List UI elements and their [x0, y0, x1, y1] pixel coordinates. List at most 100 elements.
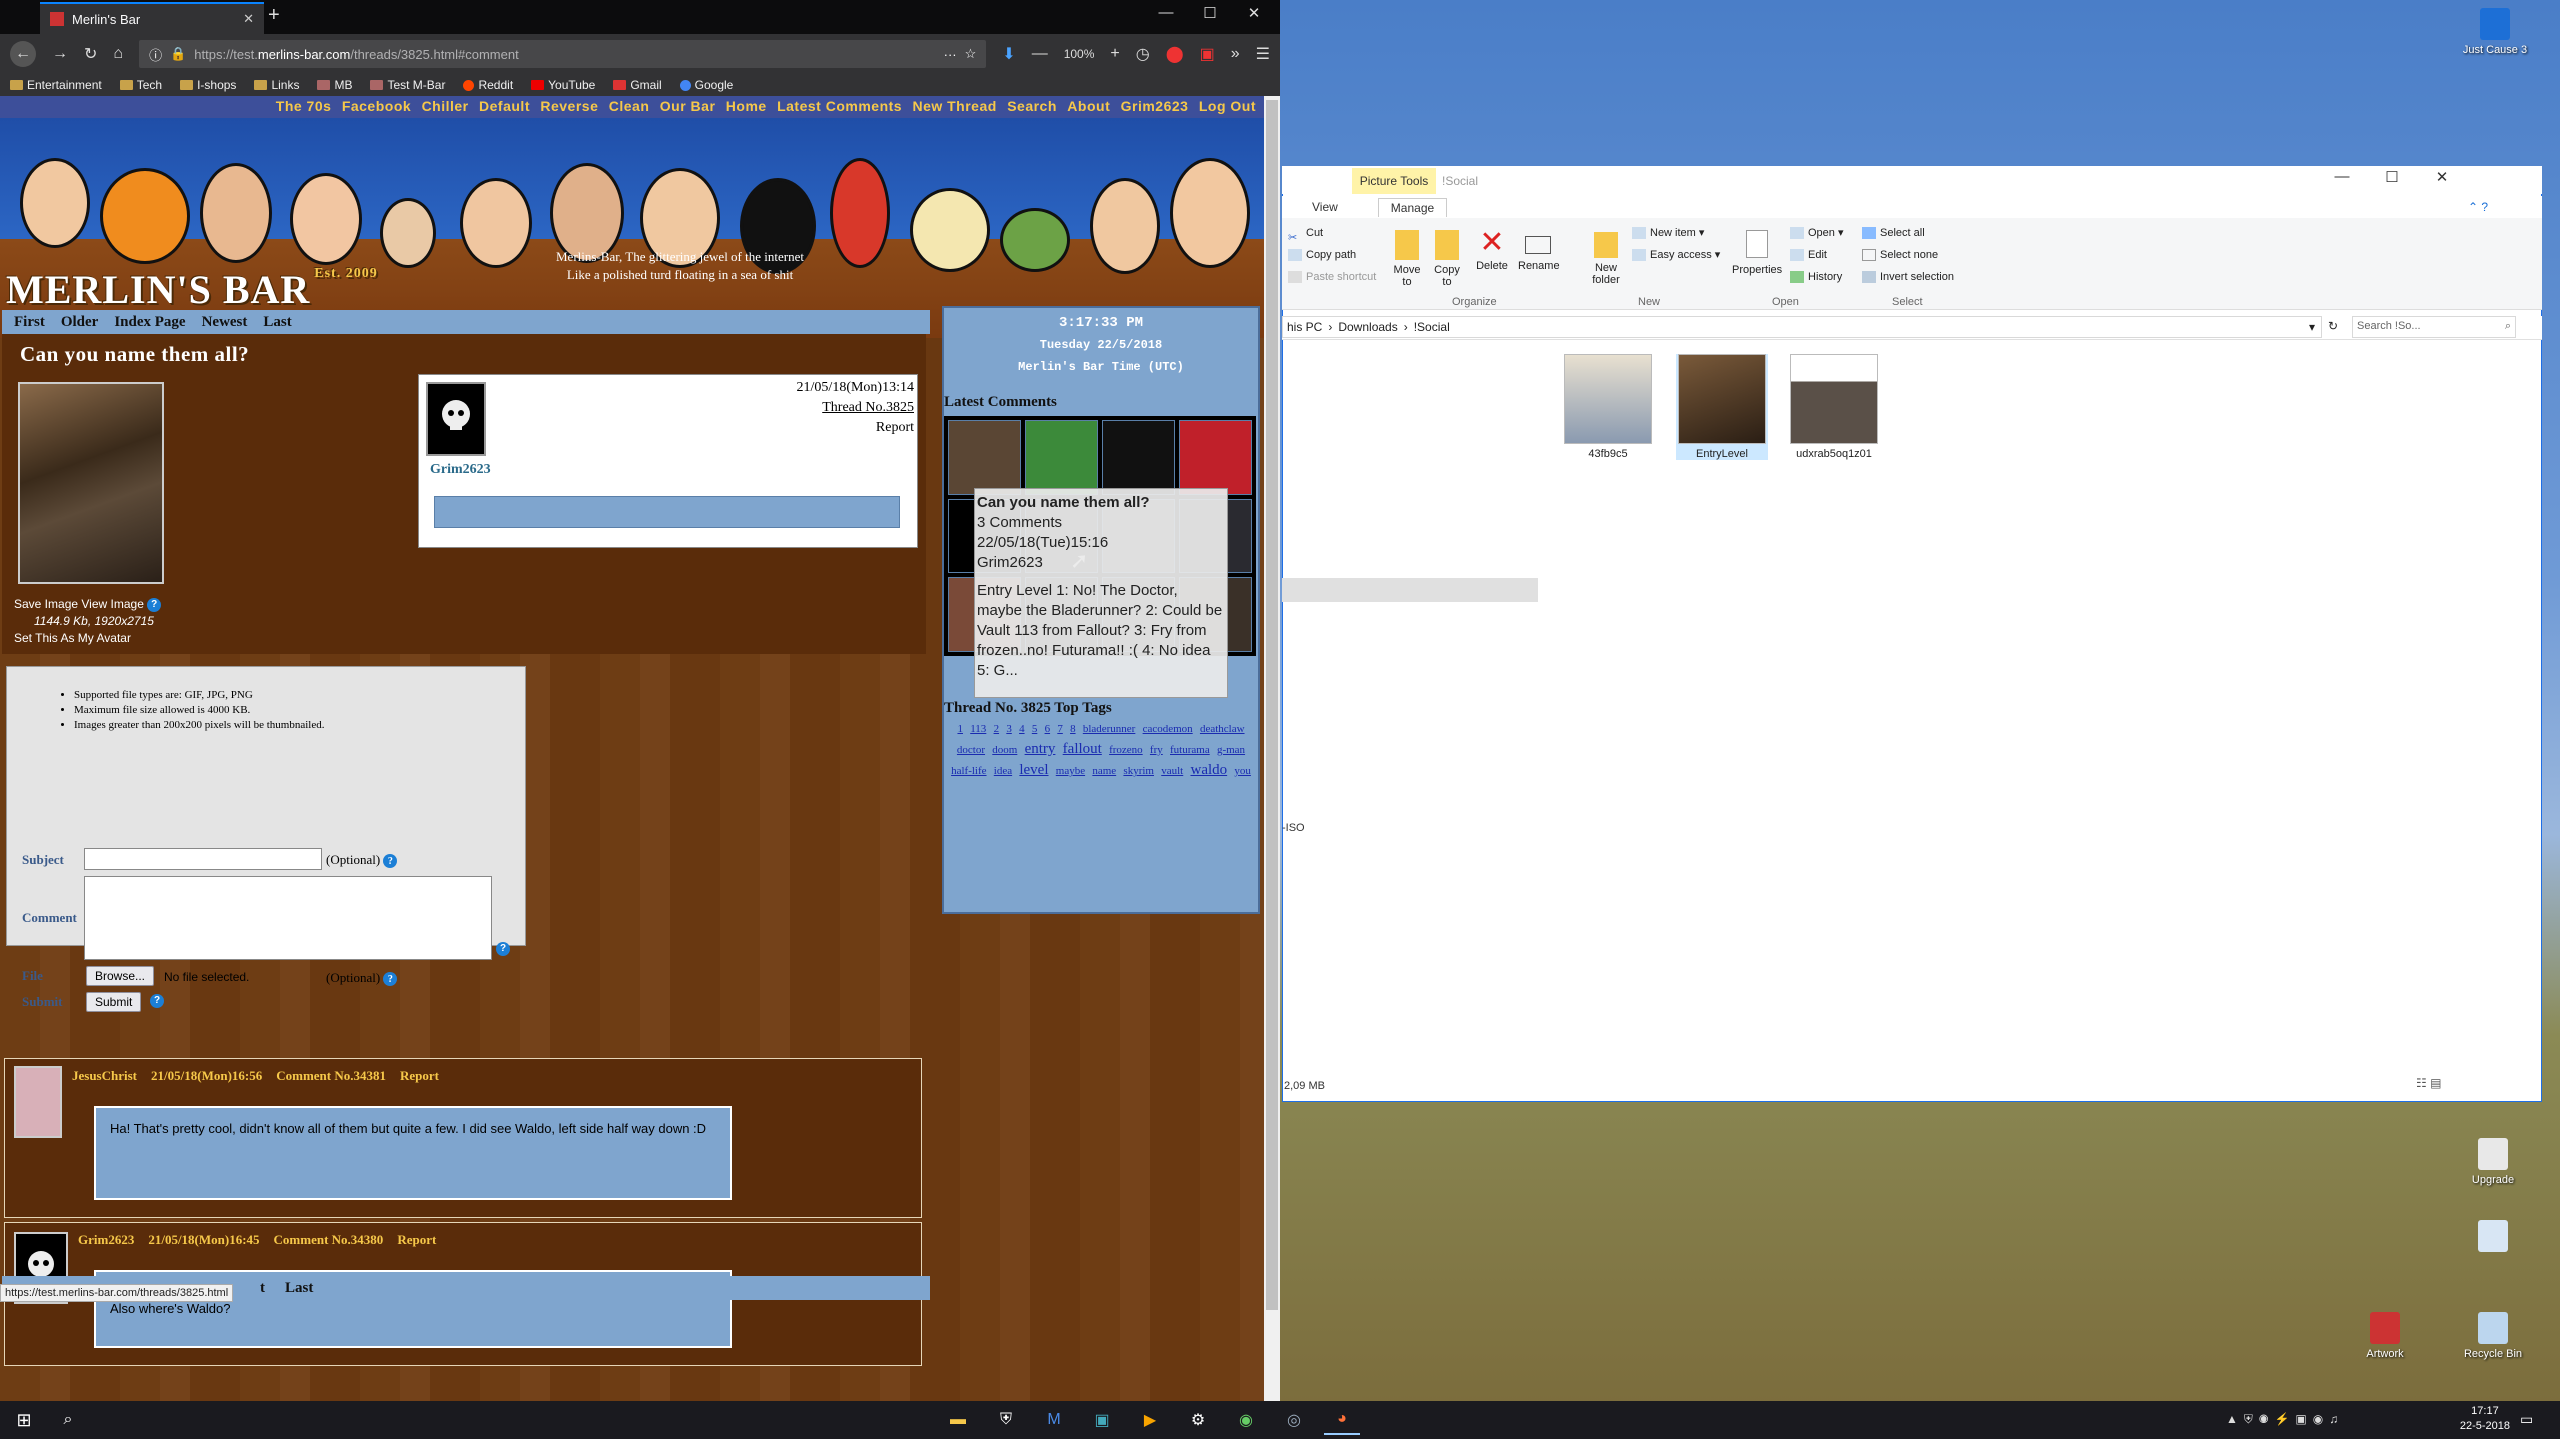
easy-access-button[interactable]: Easy access ▾ — [1632, 244, 1720, 266]
search-icon[interactable]: ⌕ — [48, 1411, 88, 1429]
back-button[interactable]: ← — [10, 41, 36, 67]
breadcrumb-this-pc[interactable]: his PC — [1287, 320, 1322, 334]
new-item-button[interactable]: New item ▾ — [1632, 222, 1720, 244]
comment-user[interactable]: Grim2623 — [78, 1232, 134, 1248]
bookmark-gmail[interactable]: Gmail — [613, 78, 662, 92]
nav-our-bar[interactable]: Our Bar — [660, 98, 716, 114]
minimize-icon[interactable]: — — [1146, 4, 1186, 21]
system-tray-icons[interactable]: ▲⛨◉⚡▣◉♫ — [2226, 1412, 2344, 1427]
forward-button[interactable]: → — [52, 45, 68, 63]
tag-link[interactable]: vault — [1161, 765, 1183, 777]
scrollbar-thumb[interactable] — [1266, 100, 1278, 1310]
report-link[interactable]: Report — [660, 418, 914, 438]
select-all-button[interactable]: Select all — [1862, 222, 1954, 244]
avatar[interactable] — [426, 382, 486, 456]
system-clock[interactable]: 17:17 22-5-2018 — [2460, 1404, 2510, 1434]
tag-link[interactable]: 5 — [1032, 723, 1038, 735]
tag-link[interactable]: name — [1092, 765, 1116, 777]
tag-link[interactable]: 113 — [970, 723, 986, 735]
page-newest[interactable]: Newest — [202, 314, 248, 331]
zoom-level[interactable]: 100% — [1064, 47, 1095, 61]
tag-link[interactable]: deathclaw — [1200, 723, 1245, 735]
nav-70s[interactable]: The 70s — [276, 98, 332, 114]
paste-shortcut-button[interactable]: Paste shortcut — [1288, 266, 1376, 288]
malwarebytes-icon[interactable]: M — [1036, 1405, 1072, 1435]
nav-new-thread[interactable]: New Thread — [912, 98, 996, 114]
settings-app-icon[interactable]: ⚙ — [1180, 1405, 1216, 1435]
tag-link[interactable]: maybe — [1056, 765, 1085, 777]
media-icon[interactable]: ▶ — [1132, 1405, 1168, 1435]
edit-button[interactable]: Edit — [1790, 244, 1844, 266]
nav-default[interactable]: Default — [479, 98, 530, 114]
site-logo[interactable]: MERLIN'S BAR Est. 2009 — [6, 266, 378, 313]
firefox-icon[interactable]: ◕ — [1324, 1405, 1360, 1435]
file-item[interactable]: 43fb9c5 — [1562, 354, 1654, 460]
tag-link[interactable]: waldo — [1190, 762, 1227, 778]
tag-link[interactable]: level — [1019, 762, 1048, 778]
url-bar[interactable]: ⓘ 🔒 https://test.merlins-bar.com/threads… — [139, 40, 987, 68]
tag-link[interactable]: doom — [992, 744, 1017, 756]
copy-to-button[interactable]: Copy to — [1432, 222, 1462, 288]
nav-chiller[interactable]: Chiller — [422, 98, 469, 114]
set-avatar-link[interactable]: Set This As My Avatar — [14, 630, 161, 647]
delete-button[interactable]: ✕ Delete — [1472, 222, 1512, 272]
bookmark-youtube[interactable]: YouTube — [531, 78, 595, 92]
desktop-icon-just-cause-3[interactable]: Just Cause 3 — [2460, 8, 2530, 56]
refresh-icon[interactable]: ↻ — [2328, 319, 2338, 333]
tag-link[interactable]: 2 — [994, 723, 1000, 735]
page-older[interactable]: Older — [61, 314, 99, 331]
tag-link[interactable]: doctor — [957, 744, 985, 756]
tag-link[interactable]: bladerunner — [1083, 723, 1136, 735]
close-tab-icon[interactable]: ✕ — [243, 11, 254, 27]
bookmark-test-mbar[interactable]: Test M-Bar — [370, 78, 445, 92]
nav-facebook[interactable]: Facebook — [342, 98, 411, 114]
page-last[interactable]: Last — [263, 314, 291, 331]
nav-user[interactable]: Grim2623 — [1121, 98, 1189, 114]
chevron-down-icon[interactable]: ▾ — [2309, 320, 2315, 334]
avatar[interactable] — [14, 1066, 62, 1138]
help-icon[interactable]: ? — [383, 972, 398, 987]
tag-link[interactable]: fallout — [1063, 741, 1102, 757]
maximize-icon[interactable]: ☐ — [2372, 168, 2412, 186]
overflow-icon[interactable]: » — [1231, 45, 1240, 63]
page-index[interactable]: Index Page — [114, 314, 185, 331]
new-tab-button[interactable]: + — [268, 4, 280, 27]
thread-image[interactable] — [18, 382, 164, 584]
tag-link[interactable]: skyrim — [1123, 765, 1154, 777]
bookmark-tech[interactable]: Tech — [119, 78, 162, 92]
nav-about[interactable]: About — [1067, 98, 1110, 114]
view-toggle-icons[interactable]: ☷ ▤ — [2416, 1076, 2441, 1090]
file-item[interactable]: udxrab5oq1z01 — [1788, 354, 1880, 460]
bookmark-links[interactable]: Links — [254, 78, 299, 92]
rename-button[interactable]: Rename — [1518, 222, 1560, 272]
help-icon[interactable]: ? — [496, 941, 510, 956]
extension-icon[interactable]: ⬤ — [1166, 44, 1184, 64]
cut-button[interactable]: ✂ Cut — [1288, 222, 1376, 244]
move-to-button[interactable]: Move to — [1392, 222, 1422, 288]
tag-link[interactable]: g-man — [1217, 744, 1245, 756]
browser-tab[interactable]: Merlin's Bar ✕ — [40, 2, 264, 34]
tag-link[interactable]: you — [1234, 765, 1251, 777]
invert-selection-button[interactable]: Invert selection — [1862, 266, 1954, 288]
bookmark-ishops[interactable]: I-shops — [180, 78, 236, 92]
desktop-icon-recycle-bin[interactable]: Recycle Bin — [2458, 1312, 2528, 1360]
submit-help[interactable]: ? — [150, 992, 164, 1008]
nav-home[interactable]: Home — [726, 98, 767, 114]
nav-reverse[interactable]: Reverse — [540, 98, 598, 114]
save-image-link[interactable]: Save Image — [14, 597, 78, 611]
nav-search[interactable]: Search — [1007, 98, 1057, 114]
submit-button[interactable]: Submit — [86, 992, 142, 1012]
breadcrumb-social[interactable]: !Social — [1414, 320, 1450, 334]
latest-thumb[interactable] — [948, 420, 1021, 495]
help-icon[interactable]: ? — [383, 854, 398, 869]
tag-link[interactable]: futurama — [1170, 744, 1210, 756]
bookmark-entertainment[interactable]: Entertainment — [10, 78, 102, 92]
file-item-selected[interactable]: EntryLevel — [1676, 354, 1768, 460]
tag-link[interactable]: idea — [994, 765, 1012, 777]
bookmark-reddit[interactable]: Reddit — [463, 78, 513, 92]
page-newest[interactable]: t — [260, 1280, 265, 1297]
nav-latest-comments[interactable]: Latest Comments — [777, 98, 902, 114]
comment-user[interactable]: JesusChrist — [72, 1068, 137, 1084]
tag-link[interactable]: frozeno — [1109, 744, 1143, 756]
comment-textarea[interactable] — [84, 876, 492, 960]
